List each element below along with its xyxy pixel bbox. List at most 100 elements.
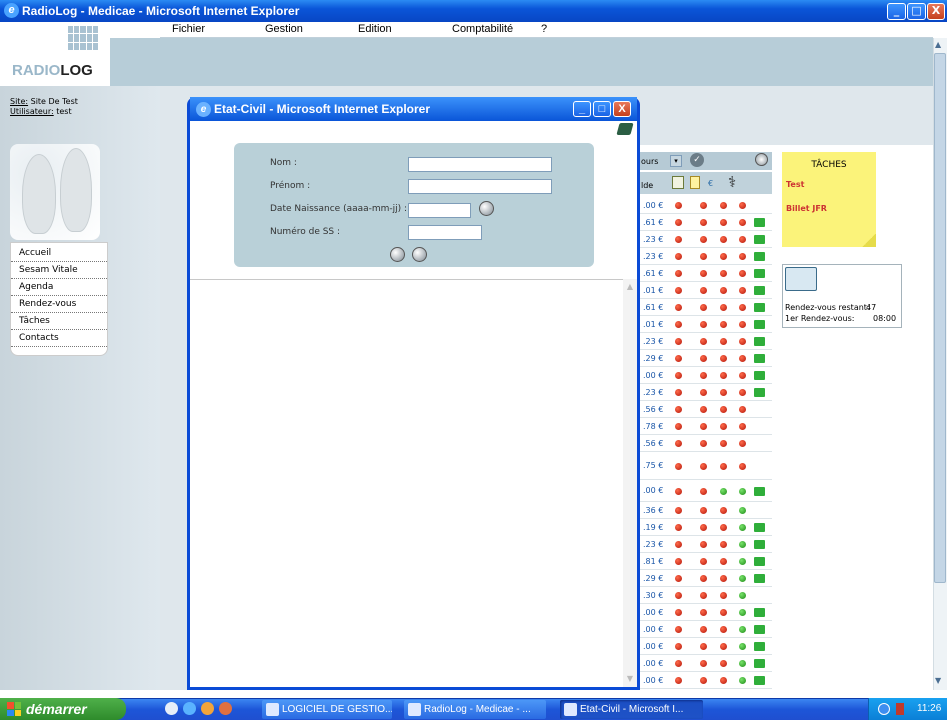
flag-icon[interactable]: [754, 354, 765, 363]
table-row[interactable]: .23 €: [640, 333, 772, 350]
start-button[interactable]: démarrer: [0, 698, 126, 720]
flag-icon[interactable]: [754, 642, 765, 651]
taskbar-item-etat-civil[interactable]: Etat-Civil - Microsoft I...: [560, 700, 703, 719]
flag-icon[interactable]: [754, 676, 765, 685]
flag-icon[interactable]: [754, 608, 765, 617]
menu-comptabilite[interactable]: Comptabilité: [452, 23, 513, 35]
popup-minimize-button[interactable]: _: [573, 101, 591, 117]
firefox-icon[interactable]: [219, 702, 232, 715]
table-row[interactable]: .23 €: [640, 536, 772, 553]
chevron-down-icon[interactable]: ▾: [670, 155, 682, 167]
popup-scroll-up-icon[interactable]: ▲: [624, 281, 636, 293]
table-row[interactable]: .61 €: [640, 214, 772, 231]
flag-icon[interactable]: [754, 486, 765, 496]
table-row[interactable]: .00 €: [640, 480, 772, 502]
tray-app-icon[interactable]: [896, 703, 904, 715]
nav-item-accueil[interactable]: Accueil: [11, 245, 107, 262]
main-window-titlebar[interactable]: e RadioLog - Medicae - Microsoft Interne…: [0, 0, 947, 22]
filter-select-value[interactable]: ours: [641, 157, 658, 166]
flag-icon[interactable]: [754, 218, 765, 227]
table-row[interactable]: .23 €: [640, 231, 772, 248]
flag-icon[interactable]: [754, 337, 765, 346]
flag-icon[interactable]: [754, 303, 765, 312]
flag-icon[interactable]: [754, 557, 765, 566]
popup-scroll-down-icon[interactable]: ▼: [624, 673, 636, 685]
flag-icon[interactable]: [754, 252, 765, 261]
popup-titlebar[interactable]: e Etat-Civil - Microsoft Internet Explor…: [190, 97, 637, 121]
flag-icon[interactable]: [754, 574, 765, 583]
table-row[interactable]: .29 €: [640, 570, 772, 587]
table-row[interactable]: .00 €: [640, 638, 772, 655]
flag-icon[interactable]: [754, 235, 765, 244]
table-row[interactable]: .00 €: [640, 655, 772, 672]
media-icon[interactable]: [201, 702, 214, 715]
table-row[interactable]: .81 €: [640, 553, 772, 570]
new-record-button-icon[interactable]: [412, 247, 427, 262]
task-item[interactable]: Billet JFR: [786, 204, 827, 213]
table-row[interactable]: .00 €: [640, 197, 772, 214]
nav-item-taches[interactable]: Tâches: [11, 313, 107, 330]
edit-icon[interactable]: [672, 176, 684, 189]
main-scrollbar-thumb[interactable]: [934, 53, 946, 583]
tray-collapse-icon[interactable]: [878, 703, 890, 715]
table-row[interactable]: .23 €: [640, 248, 772, 265]
document-icon[interactable]: [690, 176, 700, 189]
menu-gestion[interactable]: Gestion: [265, 23, 303, 35]
flag-icon[interactable]: [754, 286, 765, 295]
menu-fichier[interactable]: Fichier: [172, 23, 205, 35]
menu-edition[interactable]: Edition: [358, 23, 392, 35]
flag-icon[interactable]: [754, 269, 765, 278]
nav-item-sesam-vitale[interactable]: Sesam Vitale: [11, 262, 107, 279]
desktop-icon[interactable]: [165, 702, 178, 715]
table-row[interactable]: .00 €: [640, 604, 772, 621]
flag-icon[interactable]: [754, 371, 765, 380]
menu-help[interactable]: ?: [541, 23, 547, 35]
flag-icon[interactable]: [754, 523, 765, 532]
table-row[interactable]: .00 €: [640, 367, 772, 384]
flag-icon[interactable]: [754, 388, 765, 397]
prenom-input[interactable]: [408, 179, 552, 194]
flag-icon[interactable]: [754, 320, 765, 329]
table-row[interactable]: .75 €: [640, 452, 772, 480]
scroll-down-icon[interactable]: ▼: [935, 676, 941, 685]
table-row[interactable]: .56 €: [640, 401, 772, 418]
book-icon[interactable]: [616, 123, 634, 135]
table-row[interactable]: .61 €: [640, 265, 772, 282]
maximize-button[interactable]: □: [907, 3, 926, 20]
scroll-up-icon[interactable]: ▲: [935, 40, 941, 49]
minimize-button[interactable]: _: [887, 3, 906, 20]
check-icon[interactable]: ✓: [690, 153, 704, 167]
calendar-picker-icon[interactable]: [479, 201, 494, 216]
search-button-icon[interactable]: [390, 247, 405, 262]
ie-quicklaunch-icon[interactable]: [183, 702, 196, 715]
table-row[interactable]: .19 €: [640, 519, 772, 536]
taskbar-item-logiciel[interactable]: LOGICIEL DE GESTIO...: [262, 700, 392, 719]
flag-icon[interactable]: [754, 659, 765, 668]
popup-scrollbar[interactable]: ▲ ▼: [623, 279, 637, 687]
flag-icon[interactable]: [754, 625, 765, 634]
nav-item-rendez-vous[interactable]: Rendez-vous: [11, 296, 107, 313]
table-row[interactable]: .30 €: [640, 587, 772, 604]
table-row[interactable]: .56 €: [640, 435, 772, 452]
table-row[interactable]: .29 €: [640, 350, 772, 367]
task-item[interactable]: Test: [786, 180, 804, 189]
table-row[interactable]: .00 €: [640, 621, 772, 638]
table-row[interactable]: .78 €: [640, 418, 772, 435]
nav-item-agenda[interactable]: Agenda: [11, 279, 107, 296]
taskbar-item-radiolog[interactable]: RadioLog - Medicae - ...: [404, 700, 546, 719]
table-row[interactable]: .36 €: [640, 502, 772, 519]
popup-close-button[interactable]: X: [613, 101, 631, 117]
table-row[interactable]: .61 €: [640, 299, 772, 316]
numero-ss-input[interactable]: [408, 225, 482, 240]
print-icon[interactable]: [755, 153, 768, 166]
date-naissance-input[interactable]: [408, 203, 471, 218]
table-row[interactable]: .23 €: [640, 384, 772, 401]
close-button[interactable]: X: [927, 3, 945, 20]
table-row[interactable]: .01 €: [640, 282, 772, 299]
flag-icon[interactable]: [754, 540, 765, 549]
table-row[interactable]: .00 €: [640, 672, 772, 689]
nom-input[interactable]: [408, 157, 552, 172]
table-row[interactable]: .01 €: [640, 316, 772, 333]
nav-item-contacts[interactable]: Contacts: [11, 330, 107, 347]
popup-maximize-button[interactable]: □: [593, 101, 611, 117]
